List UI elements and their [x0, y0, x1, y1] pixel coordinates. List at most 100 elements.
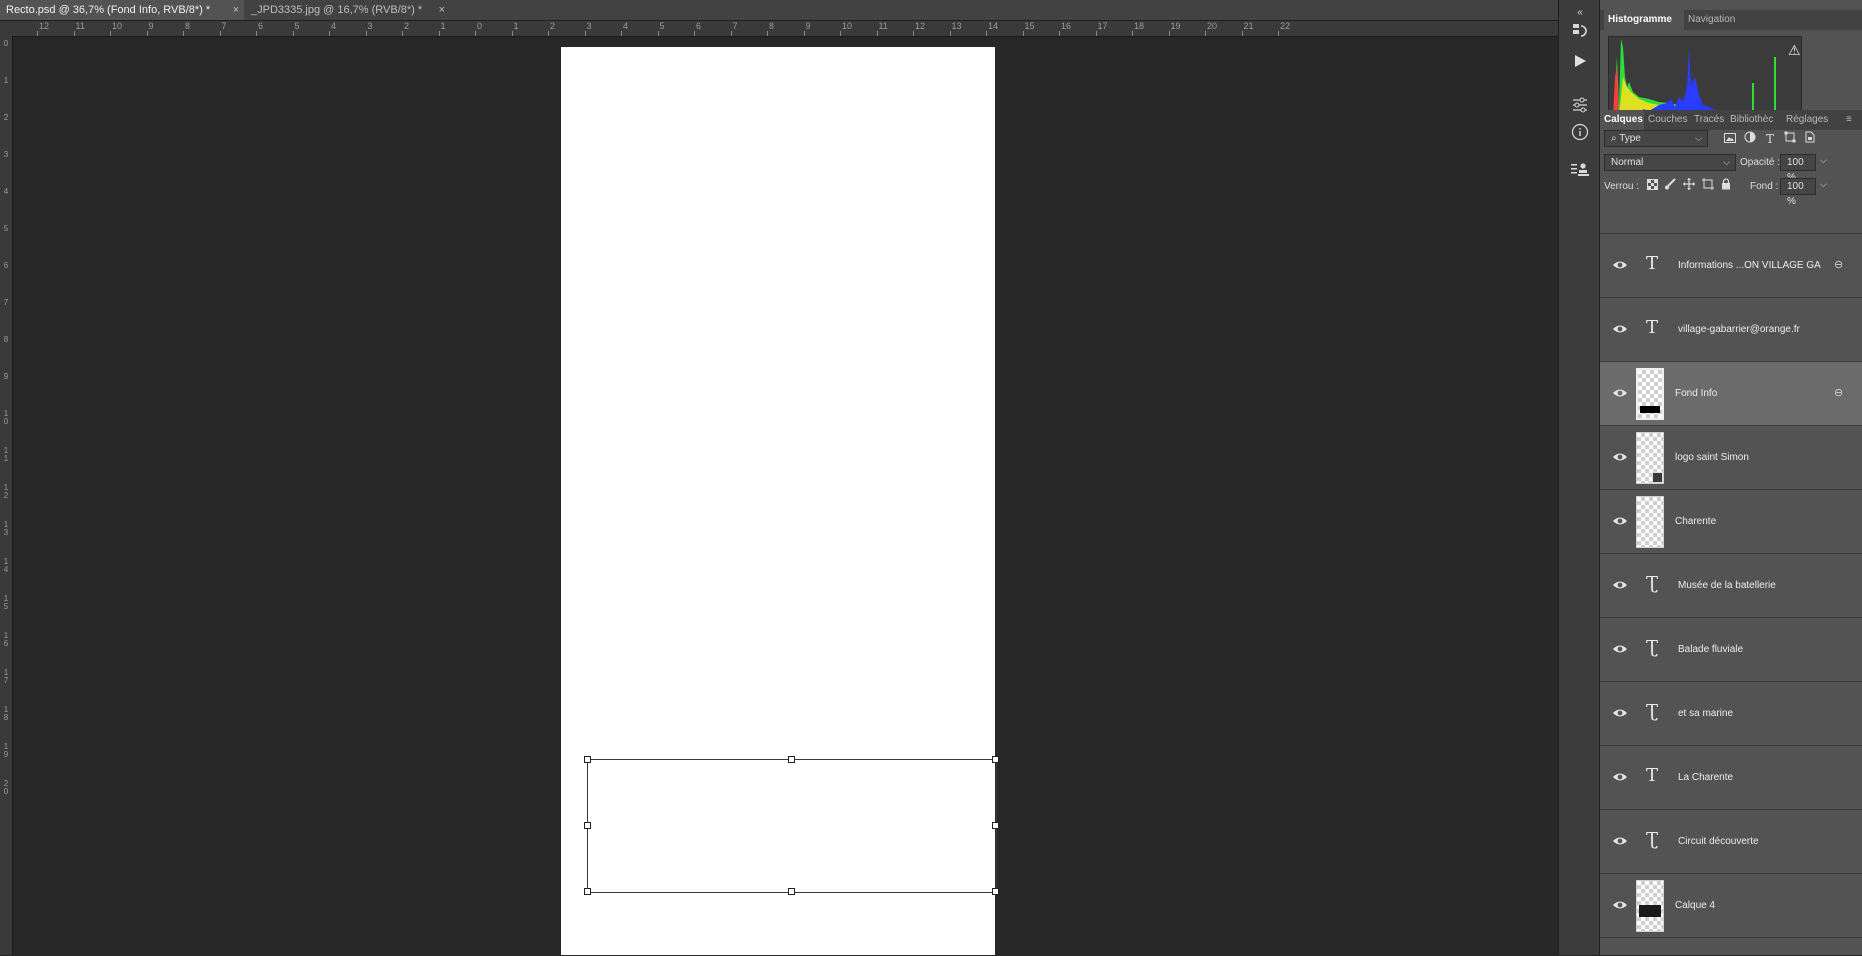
layer-row[interactable]: logo saint Simon [1600, 426, 1862, 490]
horizontal-ruler[interactable]: 12 11 10 9 8 7 6 5 4 3 2 1 0 1 2 3 4 5 6 7 8 9 10 11 12 13 14 15 16 1… [12, 21, 1558, 37]
layer-row[interactable]: Calque 4 [1600, 874, 1862, 938]
ruler-tick [621, 31, 622, 36]
lock-all-icon[interactable] [1718, 178, 1734, 194]
filter-adjustment-icon[interactable] [1742, 131, 1758, 147]
ruler-tick [913, 31, 914, 36]
transform-handle[interactable] [788, 756, 795, 763]
transform-handle[interactable] [788, 888, 795, 895]
layer-name: La Charente [1678, 772, 1734, 783]
ruler-label: 9 [148, 21, 154, 31]
ruler-tick [183, 31, 184, 36]
layer-row[interactable]: T La Charente [1600, 746, 1862, 810]
close-icon[interactable]: × [233, 0, 239, 20]
layer-row[interactable]: Ʈ Balade fluviale [1600, 618, 1862, 682]
history-icon[interactable] [1570, 22, 1590, 42]
tab-layers[interactable]: Calques [1600, 110, 1644, 130]
warning-icon[interactable]: ⚠ [1788, 42, 1801, 59]
search-icon: ⌕ [1611, 133, 1620, 144]
layer-name: Fond Info [1675, 388, 1718, 399]
tab-libraries[interactable]: Bibliothèc [1726, 110, 1780, 130]
transform-handle[interactable] [584, 888, 591, 895]
histogram-panel-tabs: Histogramme Navigation [1600, 10, 1862, 30]
text-layer-icon: T [1645, 253, 1658, 274]
transform-handle[interactable] [584, 756, 591, 763]
link-icon[interactable]: ⊖ [1834, 258, 1843, 271]
clone-source-icon[interactable] [1570, 161, 1590, 181]
tab-paths[interactable]: Tracés [1690, 110, 1726, 130]
transform-handle[interactable] [992, 822, 999, 829]
panel-menu-icon[interactable]: ≡ [1842, 110, 1860, 130]
filter-pixel-icon[interactable] [1722, 131, 1738, 147]
lock-transparent-pixels-icon[interactable] [1644, 178, 1660, 194]
warped-text-layer-icon: Ʈ [1645, 829, 1658, 850]
lock-position-icon[interactable] [1681, 178, 1697, 194]
ruler-label: 22 [1280, 21, 1291, 31]
chevron-down-icon[interactable]: ⌵ [1820, 179, 1827, 190]
opacity-input[interactable]: 100 % [1780, 154, 1816, 183]
adjustments-icon[interactable] [1570, 96, 1590, 116]
doc-tab-recto[interactable]: Recto.psd @ 36,7% (Fond Info, RVB/8*) * … [0, 0, 244, 20]
ruler-label: 1 [513, 21, 519, 31]
info-icon[interactable] [1570, 123, 1590, 143]
visibility-eye-icon[interactable] [1612, 449, 1628, 465]
fill-input[interactable]: 100 % [1780, 178, 1816, 207]
transform-handle[interactable] [584, 822, 591, 829]
transform-handle[interactable] [992, 888, 999, 895]
layer-row[interactable]: T village-gabarrier@orange.fr [1600, 298, 1862, 362]
layers-list: T Informations ...ON VILLAGE GA ⊖ T vill… [1600, 233, 1862, 956]
transform-bounding-box[interactable] [584, 756, 999, 895]
visibility-eye-icon[interactable] [1612, 769, 1628, 785]
right-panels: Histogramme Navigation ⚠ Calques Couches… [1600, 0, 1862, 955]
layer-row[interactable]: Ʈ Musée de la batellerie [1600, 554, 1862, 618]
ruler-label: 1 [3, 76, 9, 85]
visibility-eye-icon[interactable] [1612, 705, 1628, 721]
tab-channels[interactable]: Couches [1644, 110, 1690, 130]
opacity-label: Opacité : [1740, 157, 1781, 168]
tab-adjustments[interactable]: Réglages [1782, 110, 1832, 130]
visibility-eye-icon[interactable] [1612, 513, 1628, 529]
visibility-eye-icon[interactable] [1612, 321, 1628, 337]
ruler-tick [256, 31, 257, 36]
blend-mode-value: Normal [1611, 157, 1644, 168]
visibility-eye-icon[interactable] [1612, 577, 1628, 593]
filter-text-icon[interactable]: T [1762, 131, 1778, 147]
vertical-ruler[interactable]: 0 1 2 3 4 5 6 7 8 9 1 0 1 1 1 2 1 3 1 4 1 5 1 6 1 7 1 8 1 9… [0, 36, 13, 955]
layer-row[interactable]: T Informations ...ON VILLAGE GA ⊖ [1600, 234, 1862, 298]
canvas-area[interactable] [13, 37, 1558, 955]
visibility-eye-icon[interactable] [1612, 833, 1628, 849]
layer-thumbnail [1636, 496, 1664, 548]
layer-row[interactable]: Ʈ Circuit découverte [1600, 810, 1862, 874]
play-icon[interactable] [1570, 53, 1590, 73]
filter-smart-object-icon[interactable] [1802, 131, 1818, 147]
ruler-label: 19 [1170, 21, 1181, 31]
link-icon[interactable]: ⊖ [1834, 386, 1843, 399]
transform-handle[interactable] [992, 756, 999, 763]
close-icon[interactable]: × [439, 0, 445, 20]
ruler-corner[interactable] [0, 21, 12, 36]
lock-image-pixels-icon[interactable] [1662, 178, 1678, 194]
filter-shape-icon[interactable] [1782, 131, 1798, 147]
ruler-tick [803, 31, 805, 36]
ruler-label: 1 4 [3, 557, 9, 574]
layer-row[interactable]: Ʈ et sa marine [1600, 682, 1862, 746]
chevron-down-icon[interactable]: ⌵ [1820, 155, 1827, 166]
visibility-eye-icon[interactable] [1612, 897, 1628, 913]
collapse-panels-icon[interactable]: « [1570, 3, 1590, 23]
ruler-label: 4 [3, 187, 9, 196]
tab-histogram[interactable]: Histogramme [1604, 10, 1684, 30]
visibility-eye-icon[interactable] [1612, 385, 1628, 401]
tab-navigation[interactable]: Navigation [1684, 10, 1756, 30]
layer-row[interactable]: Charente [1600, 490, 1862, 554]
lock-artboard-icon[interactable] [1700, 178, 1716, 194]
layer-filter-dropdown[interactable]: ⌕ Type ⌵ [1604, 130, 1708, 147]
visibility-eye-icon[interactable] [1612, 257, 1628, 273]
ruler-label: 8 [769, 21, 775, 31]
blend-mode-dropdown[interactable]: Normal ⌵ [1604, 154, 1736, 171]
ruler-label: 15 [1024, 21, 1035, 31]
layer-row-selected[interactable]: Fond Info ⊖ [1600, 362, 1862, 426]
layer-thumbnail [1636, 880, 1664, 932]
visibility-eye-icon[interactable] [1612, 641, 1628, 657]
ruler-tick [329, 31, 330, 36]
ruler-label: 1 8 [3, 705, 9, 722]
doc-tab-jpd3335[interactable]: _JPD3335.jpg @ 16,7% (RVB/8*) * × [245, 0, 450, 20]
